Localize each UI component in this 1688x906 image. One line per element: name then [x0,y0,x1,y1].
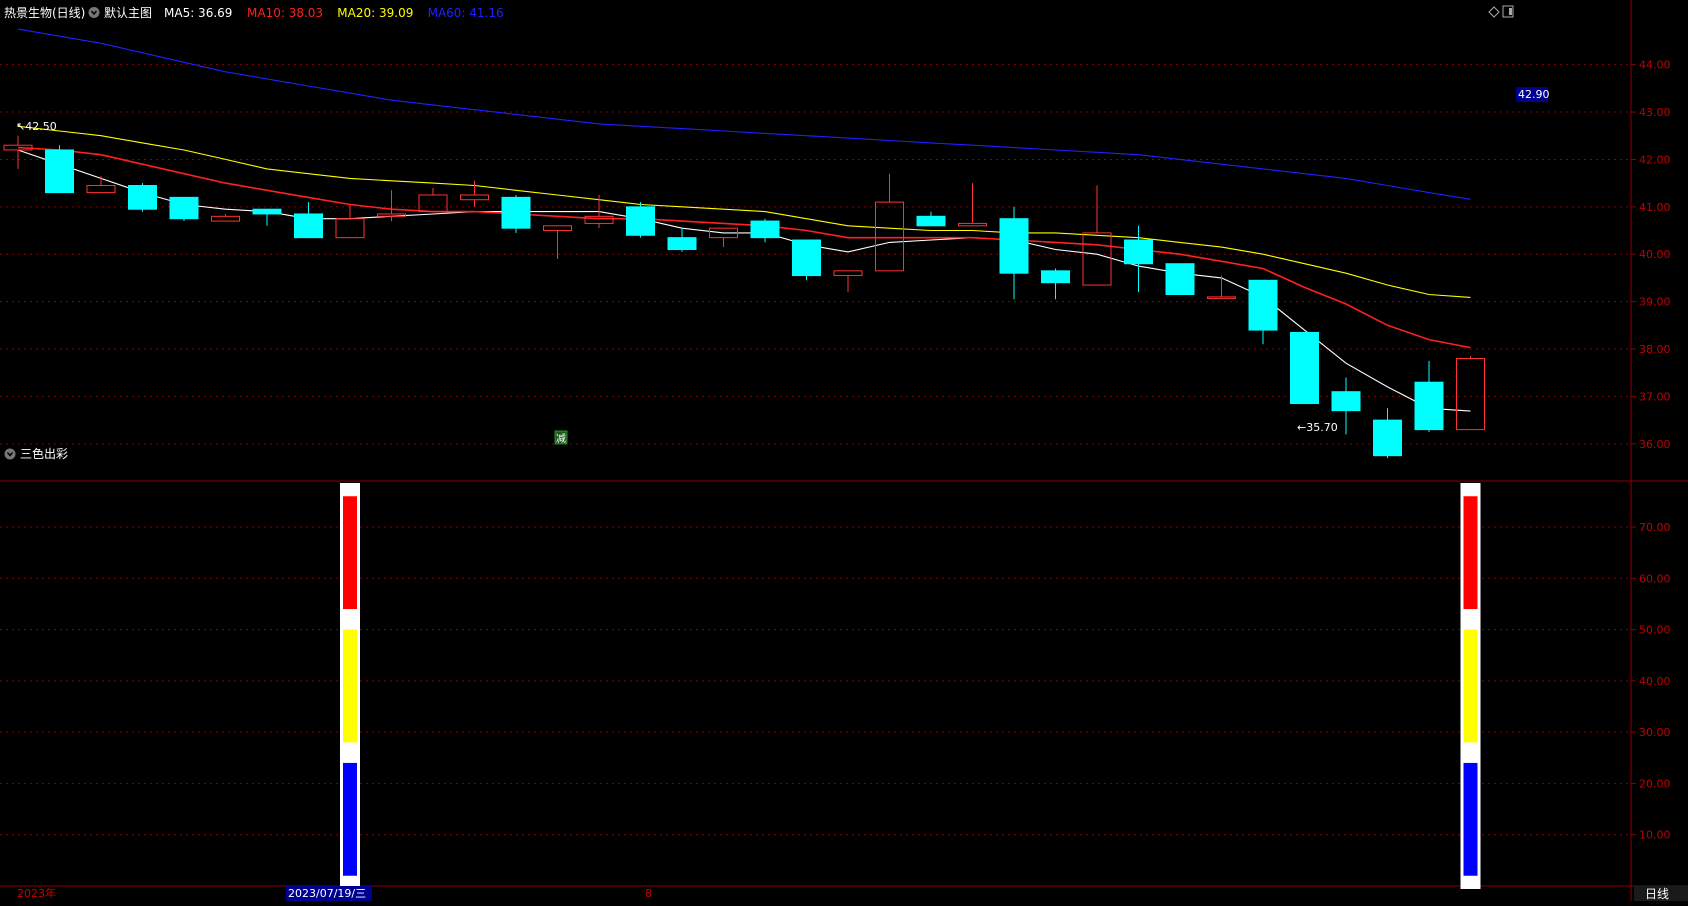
price-tick-label: 44.00 [1639,59,1671,72]
chevron-down-icon[interactable] [88,7,100,18]
price-tick-label: 42.00 [1639,153,1671,166]
ma-legend-item: MA20: 39.09 [337,6,413,20]
price-tick-label: 39.00 [1639,296,1671,309]
price-tick-label: 40.00 [1639,248,1671,261]
price-tick-label: 41.00 [1639,201,1671,214]
candle[interactable] [128,183,157,212]
low-price-label: ←35.70 [1297,421,1338,434]
chart-background [0,0,1688,901]
color-segment [1463,496,1478,610]
template-label[interactable]: 默认主图 [104,5,152,20]
svg-text:42.90: 42.90 [1518,88,1550,101]
candle[interactable] [169,196,199,222]
price-tick-label: 38.00 [1639,343,1671,356]
candle[interactable] [501,194,531,233]
indicator-title[interactable]: 三色出彩 [20,447,68,461]
color-segment [1463,629,1478,743]
axis-marker: 8 [645,887,652,900]
chevron-down-icon[interactable] [4,448,16,460]
candle[interactable] [792,239,821,281]
price-tick-label: 37.00 [1639,390,1671,403]
indicator-tick-label: 60.00 [1639,572,1671,585]
ma-legend-item: MA60: 41.16 [428,6,504,20]
price-tick-label: 36.00 [1639,438,1671,451]
svg-text:减: 减 [556,433,566,445]
svg-text:日线: 日线 [1645,887,1669,901]
chart-window: 36.00 37.00 38.00 39.00 40.00 41.00 42.00 43.00… [0,0,1688,901]
candle[interactable] [1165,263,1195,296]
stock-title[interactable]: 热景生物(日线) [4,6,85,20]
current-price-tag: 42.90 [1516,87,1550,102]
ma-legend-item: MA5: 36.69 [164,6,232,20]
indicator-tick-label: 50.00 [1639,624,1671,637]
price-tick-label: 43.00 [1639,106,1671,119]
year-label: 2023年 [17,886,56,900]
cursor-date-tag: 2023/07/19/三 [286,886,372,901]
indicator-tick-label: 30.00 [1639,726,1671,739]
event-badge[interactable]: 减 [554,430,568,445]
indicator-tick-label: 20.00 [1639,777,1671,790]
kline-chart[interactable]: 36.00 37.00 38.00 39.00 40.00 41.00 42.00 43.00… [0,0,1688,901]
indicator-tick-label: 10.00 [1639,829,1671,842]
indicator-tick-label: 40.00 [1639,675,1671,688]
indicator-tick-label: 70.00 [1639,521,1671,534]
period-tab[interactable]: 日线 [1634,886,1688,901]
high-price-label: ↖42.50 [16,120,57,133]
color-segment [343,496,357,610]
candle[interactable] [1290,331,1319,405]
candle[interactable] [626,202,655,238]
three-color-bar [340,483,360,889]
ma-legend-item: MA10: 38.03 [247,6,323,20]
svg-text:2023/07/19/三: 2023/07/19/三 [288,887,366,900]
three-color-bar [1460,483,1481,889]
color-segment [1463,762,1478,876]
color-segment [343,762,357,876]
candle[interactable] [45,145,74,194]
color-segment [343,629,357,743]
